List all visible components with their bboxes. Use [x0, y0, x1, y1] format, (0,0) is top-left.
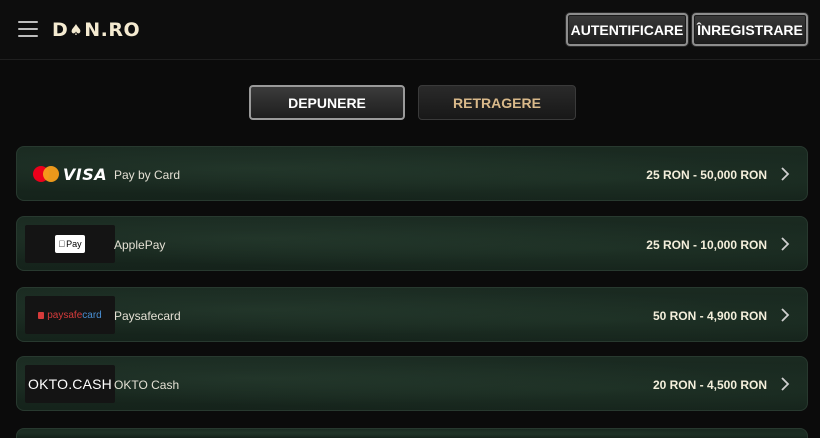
visa-logo-text: VISA — [62, 164, 108, 184]
payment-method-applepay[interactable]: Pay ApplePay 25 RON - 10,000 RON — [16, 216, 808, 271]
payment-method-card[interactable]: VISA Pay by Card 25 RON - 50,000 RON — [16, 146, 808, 201]
chevron-right-icon — [781, 167, 790, 181]
paysafe-text: paysafe — [47, 309, 83, 321]
register-button[interactable]: ÎNREGISTRARE — [692, 13, 808, 46]
applepay-badge: Pay — [55, 235, 85, 253]
payment-method-paysafecard[interactable]: paysafe card Paysafecard 50 RON - 4,900 R… — [16, 287, 808, 342]
okto-logo: OKTO.CASH — [25, 365, 115, 403]
paysafecard-logo-text: paysafe card — [38, 309, 102, 321]
method-name: ApplePay — [114, 237, 166, 252]
method-range: 20 RON - 4,500 RON — [652, 377, 767, 392]
login-button[interactable]: AUTENTIFICARE — [566, 13, 688, 46]
method-range: 25 RON - 50,000 RON — [646, 167, 767, 182]
method-range: 50 RON - 4,900 RON — [652, 308, 767, 323]
menu-icon[interactable] — [18, 20, 38, 38]
paysafecard-logo: paysafe card — [25, 296, 115, 334]
top-bar: D ♠ N.RO AUTENTIFICARE ÎNREGISTRARE — [0, 0, 820, 60]
card-text: card — [82, 309, 102, 321]
payment-method-okto[interactable]: OKTO.CASH OKTO Cash 20 RON - 4,500 RON — [16, 356, 808, 411]
chevron-right-icon — [781, 308, 790, 322]
apple-icon:  — [58, 239, 65, 249]
mastercard-icon — [32, 166, 59, 182]
method-name: OKTO Cash — [114, 377, 180, 392]
payment-method-partial[interactable] — [16, 428, 808, 438]
logo-text-end: N.RO — [84, 19, 141, 41]
method-name: Paysafecard — [114, 308, 181, 323]
logo-text-start: D — [52, 19, 69, 41]
card-logo: VISA — [25, 155, 115, 193]
chevron-right-icon — [781, 237, 790, 251]
site-logo[interactable]: D ♠ N.RO — [52, 17, 140, 43]
method-range: 25 RON - 10,000 RON — [646, 237, 767, 252]
tab-deposit[interactable]: DEPUNERE — [249, 85, 405, 120]
tab-withdraw[interactable]: RETRAGERE — [418, 85, 576, 120]
method-name: Pay by Card — [114, 167, 181, 182]
okto-logo-text: OKTO.CASH — [27, 376, 112, 392]
lock-icon — [38, 311, 45, 319]
chevron-right-icon — [781, 377, 790, 391]
applepay-logo-text: Pay — [62, 239, 82, 249]
applepay-logo: Pay — [25, 225, 115, 263]
spade-icon: ♠ — [69, 21, 84, 39]
